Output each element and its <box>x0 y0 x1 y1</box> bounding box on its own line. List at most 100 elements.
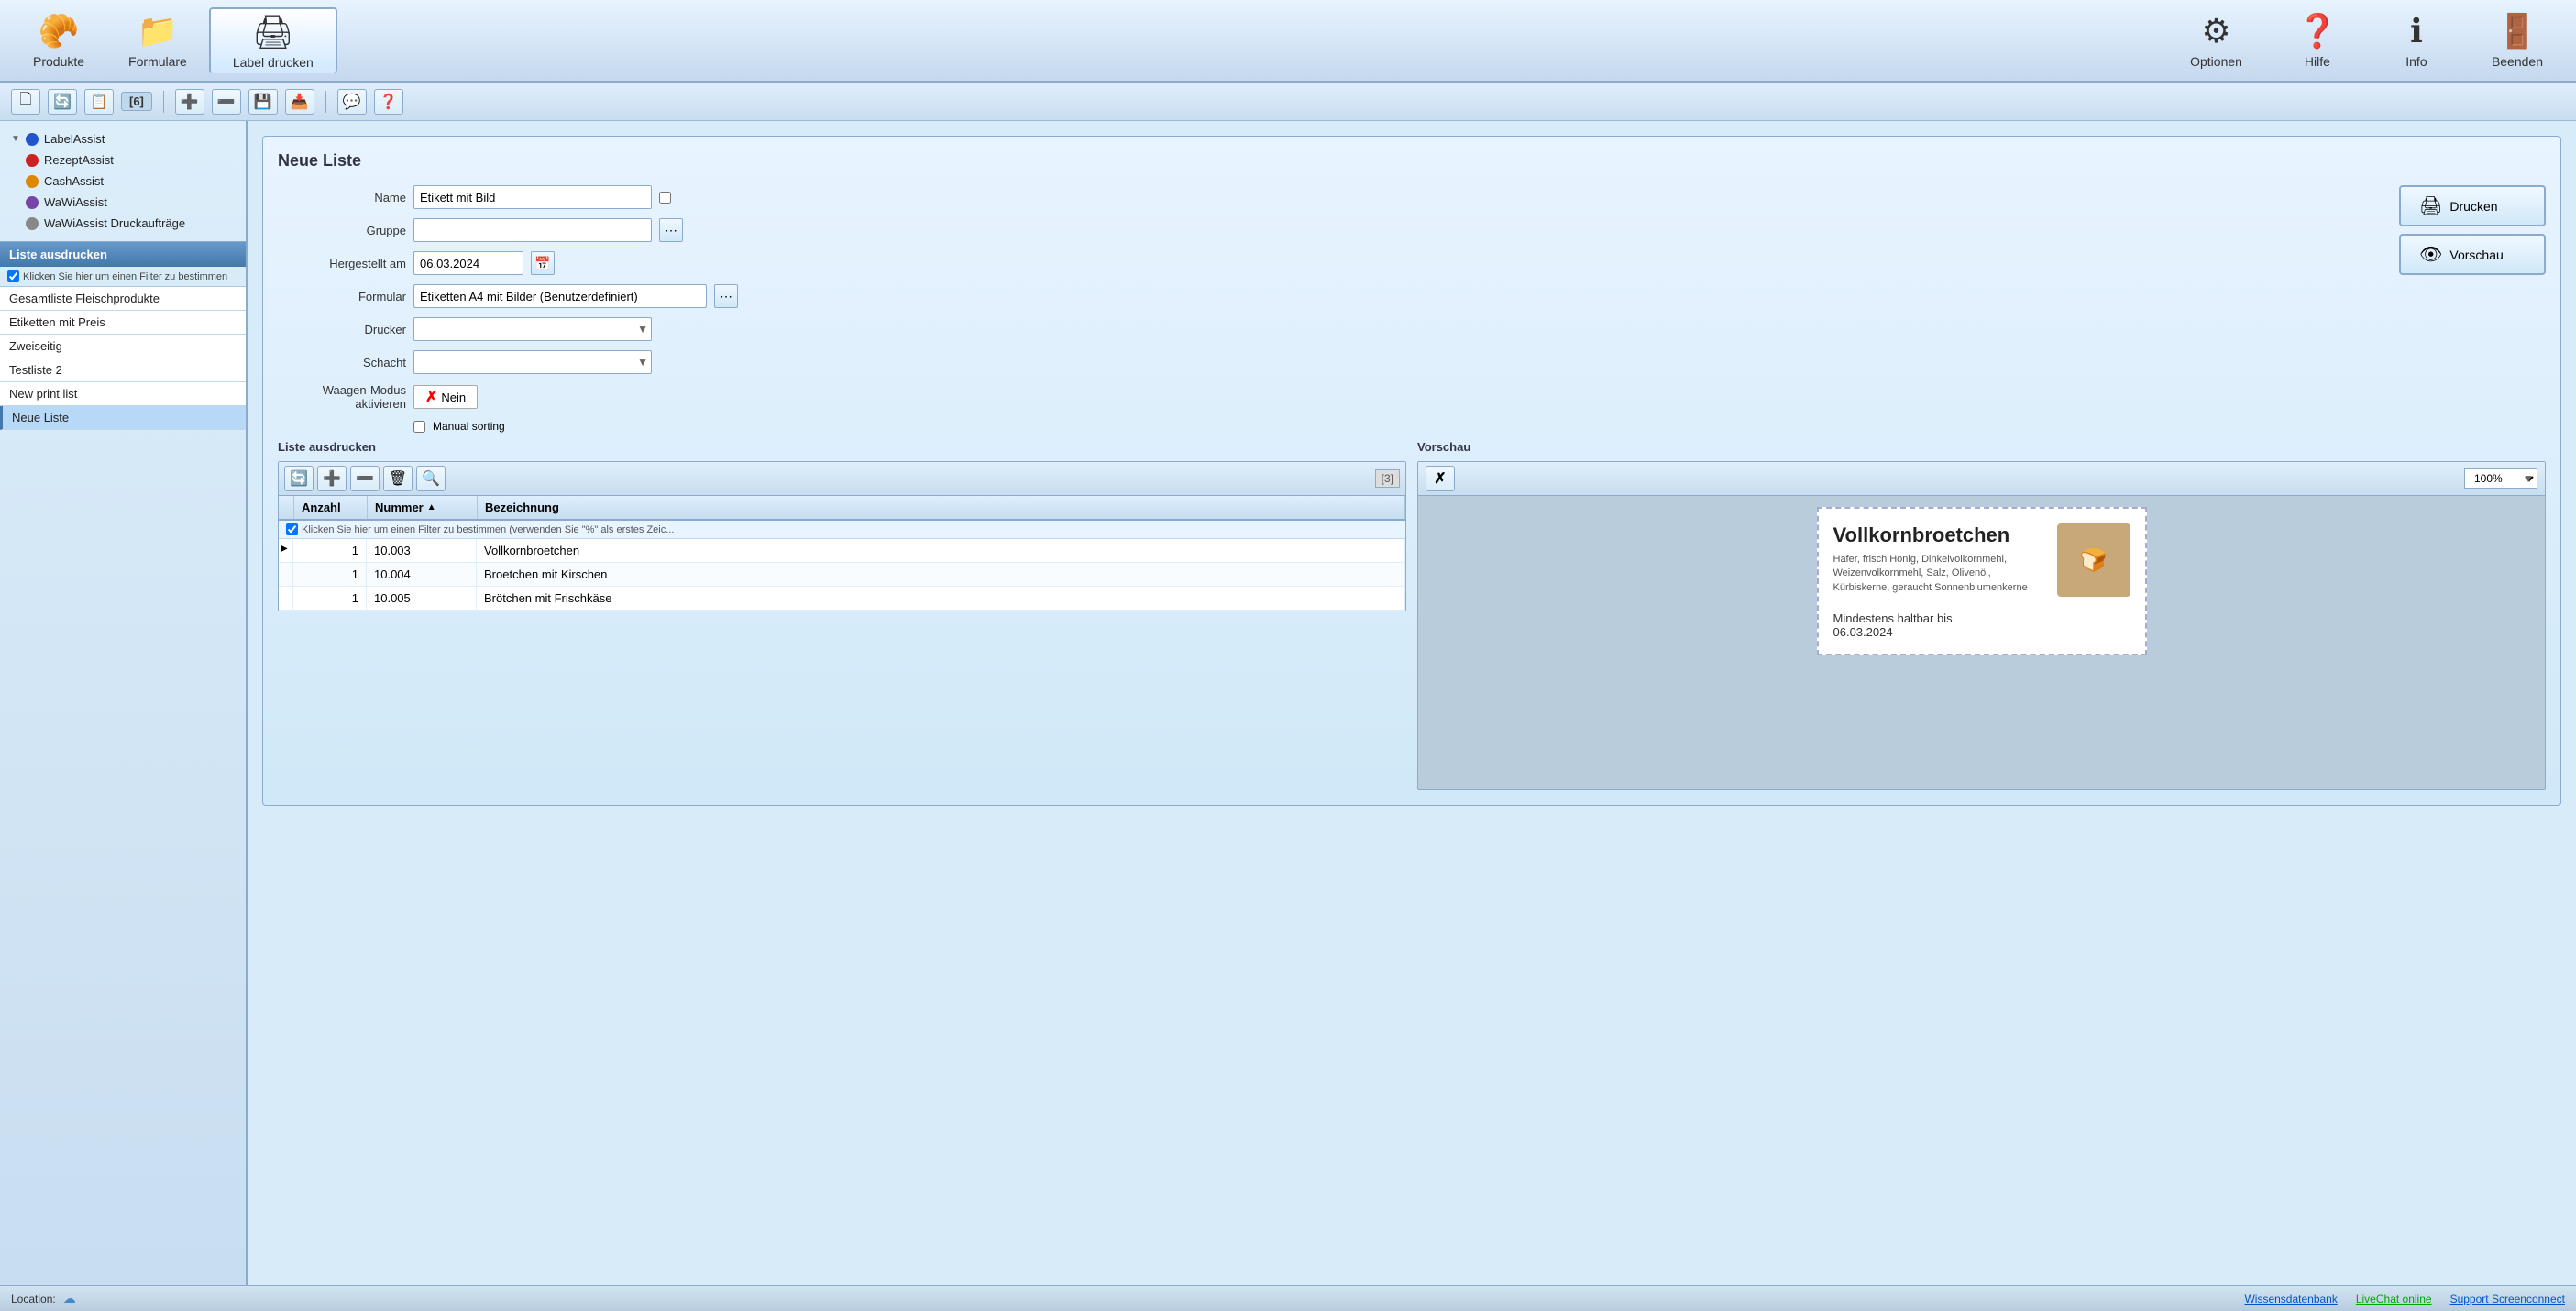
filter-hint-text: Klicken Sie hier um einen Filter zu best… <box>302 524 674 535</box>
preview-product-desc: Hafer, frisch Honig, Dinkelvolkornmehl, … <box>1833 553 2048 595</box>
toolbar-formulare[interactable]: 📁 Formulare <box>106 7 209 73</box>
sidebar-tree-item-wawi-assist[interactable]: WaWiAssist <box>0 192 246 213</box>
gruppe-browse-btn[interactable]: ⋯ <box>659 218 683 242</box>
row-nummer: 10.003 <box>367 539 477 562</box>
list-refresh-btn[interactable]: 🔄 <box>284 466 314 491</box>
form-row-drucker: Drucker ▼ <box>278 317 2381 341</box>
th-anzahl[interactable]: Anzahl <box>294 496 368 519</box>
formular-label: Formular <box>278 290 406 303</box>
name-input[interactable] <box>413 185 652 209</box>
zoom-select[interactable]: 50% 75% 100% 125% 150% <box>2464 468 2537 489</box>
th-arrow <box>279 496 294 519</box>
sidebar-list: Gesamtliste Fleischprodukte Etiketten mi… <box>0 287 246 430</box>
th-bezeichnung[interactable]: Bezeichnung <box>478 496 1405 519</box>
row-bezeichnung: Broetchen mit Kirschen <box>477 563 1405 586</box>
th-nummer[interactable]: Nummer ▲ <box>368 496 478 519</box>
beenden-icon: 🚪 <box>2497 12 2538 50</box>
formular-input[interactable] <box>413 284 707 308</box>
waagen-label: Waagen-Modus aktivieren <box>278 383 406 411</box>
gruppe-label: Gruppe <box>278 224 406 237</box>
sec-help-btn[interactable]: ❓ <box>374 89 403 115</box>
sidebar-filter-checkbox[interactable] <box>7 270 19 282</box>
filter-checkbox[interactable] <box>286 523 298 535</box>
calendar-btn[interactable]: 📅 <box>531 251 555 275</box>
sec-remove-btn[interactable]: ➖ <box>212 89 241 115</box>
preview-text-col: Vollkornbroetchen Hafer, frisch Honig, D… <box>1833 523 2048 597</box>
row-anzahl: 1 <box>293 539 367 562</box>
sec-import-btn[interactable]: 📥 <box>285 89 314 115</box>
vorschau-button[interactable]: 👁 Vorschau <box>2399 234 2546 275</box>
sidebar-item-fleisch[interactable]: Gesamtliste Fleischprodukte <box>0 287 246 311</box>
form-row-hergestellt: Hergestellt am 📅 <box>278 251 2381 275</box>
preview-section-label: Vorschau <box>1417 440 2546 454</box>
preview-card-inner: Vollkornbroetchen Hafer, frisch Honig, D… <box>1833 523 2130 597</box>
drucker-select[interactable] <box>413 317 652 341</box>
list-filter-btn[interactable]: 🔍 <box>416 466 446 491</box>
drucken-button[interactable]: 🖨 Drucken <box>2399 185 2546 226</box>
toolbar-produkte[interactable]: 🥐 Produkte <box>11 7 106 73</box>
preview-toolbar: ✗ <box>1426 466 1455 491</box>
sec-comment-btn[interactable]: 💬 <box>337 89 367 115</box>
preview-content: Vollkornbroetchen Hafer, frisch Honig, D… <box>1418 496 2545 789</box>
preview-section: ✗ 50% 75% 100% 125% 150% <box>1417 461 2546 790</box>
toolbar-label-drucken[interactable]: 🖨 Label drucken <box>209 7 337 73</box>
list-remove-btn[interactable]: ➖ <box>350 466 380 491</box>
sec-refresh-btn[interactable]: 🔄 <box>48 89 77 115</box>
wissensdatenbank-link[interactable]: Wissensdatenbank <box>2244 1293 2337 1305</box>
manual-sort-label: Manual sorting <box>433 420 505 433</box>
sidebar-tree-item-wawi-druck[interactable]: WaWiAssist Druckaufträge <box>0 213 246 234</box>
livechat-link[interactable]: LiveChat online <box>2356 1293 2432 1305</box>
formular-browse-btn[interactable]: ⋯ <box>714 284 738 308</box>
list-delete-btn[interactable]: 🗑 <box>383 466 413 491</box>
waagen-nein-btn[interactable]: ✗ Nein <box>413 385 478 409</box>
sidebar-tree-item-cash-assist[interactable]: CashAssist <box>0 171 246 192</box>
preview-icon: 👁 <box>2419 243 2442 266</box>
row-bezeichnung: Brötchen mit Frischkäse <box>477 587 1405 610</box>
toolbar-info[interactable]: ℹ Info <box>2371 7 2462 73</box>
row-anzahl: 1 <box>293 563 367 586</box>
sec-add-btn[interactable]: ➕ <box>175 89 204 115</box>
name-checkbox[interactable] <box>659 192 671 204</box>
cloud-icon: ☁ <box>63 1291 76 1306</box>
row-anzahl: 1 <box>293 587 367 610</box>
preview-product-image: 🍞 <box>2057 523 2130 597</box>
action-buttons: 🖨 Drucken 👁 Vorschau <box>2399 185 2546 275</box>
toolbar-label-drucken-label: Label drucken <box>233 55 314 70</box>
sec-new-btn[interactable]: 🗋 <box>11 89 40 115</box>
hergestellt-input[interactable] <box>413 251 523 275</box>
sidebar-item-testliste[interactable]: Testliste 2 <box>0 358 246 382</box>
sidebar-tree-item-label-assist[interactable]: ▼ LabelAssist <box>0 128 246 149</box>
manual-sort-checkbox[interactable] <box>413 421 425 433</box>
sec-save-btn[interactable]: 💾 <box>248 89 278 115</box>
form-row-formular: Formular ⋯ <box>278 284 2381 308</box>
sidebar-filter-hint[interactable]: Klicken Sie hier um einen Filter zu best… <box>0 267 246 287</box>
produkte-icon: 🥐 <box>39 12 80 50</box>
toolbar-optionen[interactable]: ⚙ Optionen <box>2168 7 2264 73</box>
toolbar-hilfe[interactable]: ❓ Hilfe <box>2272 7 2363 73</box>
sec-copy-btn[interactable]: 📋 <box>84 89 114 115</box>
toolbar-hilfe-label: Hilfe <box>2305 54 2330 69</box>
sidebar-item-zweiseitig[interactable]: Zweiseitig <box>0 335 246 358</box>
preview-close-btn[interactable]: ✗ <box>1426 466 1455 491</box>
preview-date-label: Mindestens haltbar bis <box>1833 611 2130 625</box>
sidebar-item-preis[interactable]: Etiketten mit Preis <box>0 311 246 335</box>
row-nummer: 10.005 <box>367 587 477 610</box>
sidebar-item-neue-liste[interactable]: Neue Liste <box>0 406 246 430</box>
form-row-waagen: Waagen-Modus aktivieren ✗ Nein <box>278 383 2381 411</box>
table-row[interactable]: 1 10.005 Brötchen mit Frischkäse <box>279 587 1405 611</box>
toolbar-beenden[interactable]: 🚪 Beenden <box>2470 7 2565 73</box>
sidebar-item-new-print[interactable]: New print list <box>0 382 246 406</box>
list-add-btn[interactable]: ➕ <box>317 466 347 491</box>
zoom-wrapper: 50% 75% 100% 125% 150% ▼ <box>2464 468 2537 489</box>
preview-header: ✗ 50% 75% 100% 125% 150% <box>1418 462 2545 496</box>
optionen-icon: ⚙ <box>2201 12 2230 50</box>
support-link[interactable]: Support Screenconnect <box>2450 1293 2565 1305</box>
table-row[interactable]: 1 10.004 Broetchen mit Kirschen <box>279 563 1405 587</box>
table-header: Anzahl Nummer ▲ Bezeichnung <box>279 496 1405 521</box>
sidebar-tree: ▼ LabelAssist RezeptAssist CashAssist Wa… <box>0 121 246 242</box>
sidebar-tree-item-rezept-assist[interactable]: RezeptAssist <box>0 149 246 171</box>
table-row[interactable]: ▶ 1 10.003 Vollkornbroetchen <box>279 539 1405 563</box>
schacht-select[interactable] <box>413 350 652 374</box>
gruppe-input[interactable] <box>413 218 652 242</box>
name-label: Name <box>278 191 406 204</box>
